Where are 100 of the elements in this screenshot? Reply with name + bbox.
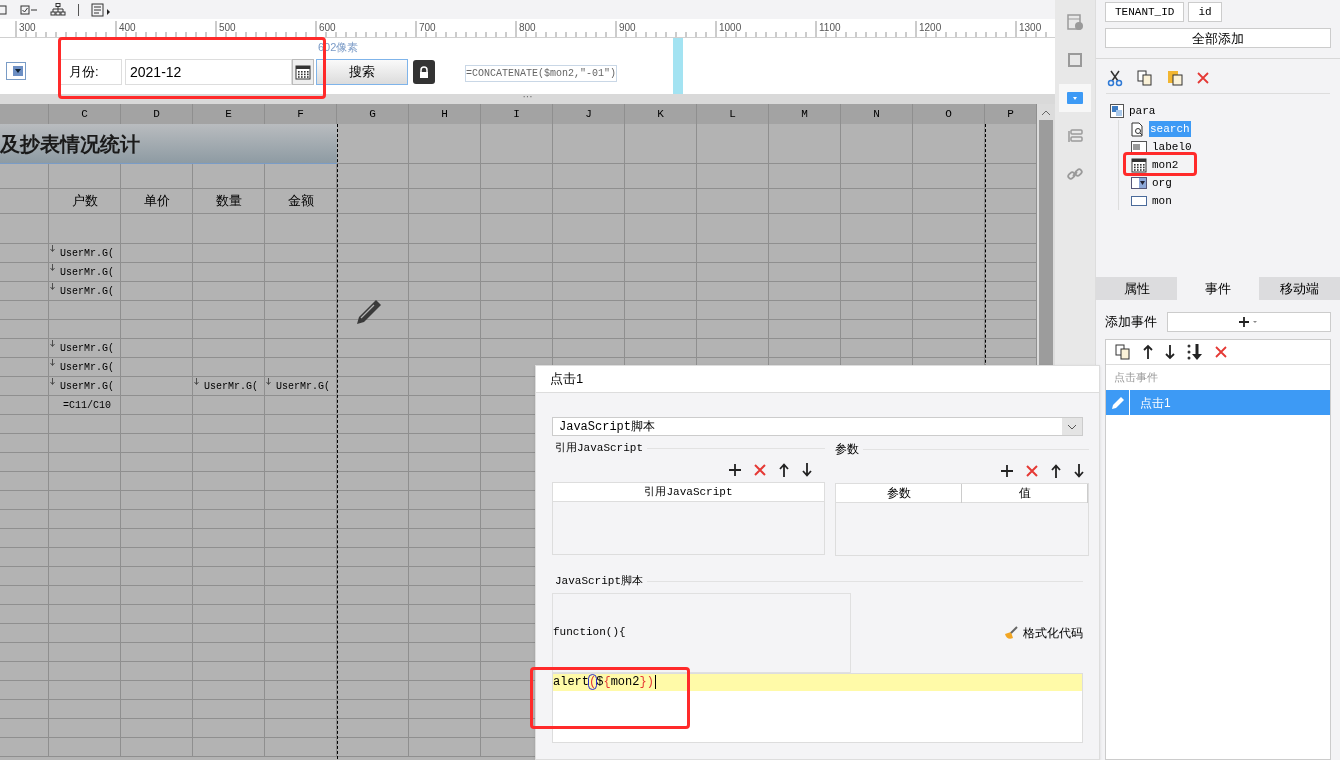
broom-icon <box>1003 625 1019 640</box>
column-header[interactable]: I <box>481 104 553 124</box>
expand-arrow-icon <box>50 378 55 385</box>
table-cell <box>121 738 193 757</box>
table-cell <box>841 263 913 282</box>
column-header[interactable]: J <box>553 104 625 124</box>
table-cell <box>49 662 121 681</box>
panel-tab[interactable]: 事件 <box>1177 277 1259 300</box>
table-header: 参数 <box>836 484 962 503</box>
column-header[interactable]: D <box>121 104 193 124</box>
expand-arrow-icon <box>50 264 55 271</box>
arrow-down-icon[interactable] <box>1164 344 1176 360</box>
table-cell <box>337 453 409 472</box>
table-cell <box>0 719 49 738</box>
type-select[interactable]: JavaScript脚本 <box>552 417 1083 436</box>
table-cell <box>841 214 913 244</box>
table-cell <box>553 164 625 189</box>
column-header[interactable]: P <box>985 104 1037 124</box>
table-cell <box>49 529 121 548</box>
table-cell <box>337 214 409 244</box>
table-cell <box>553 244 625 263</box>
scroll-up-icon[interactable] <box>1041 110 1051 116</box>
table-cell <box>121 548 193 567</box>
copy-icon[interactable] <box>1136 69 1154 87</box>
table-cell <box>121 434 193 453</box>
paste-icon[interactable] <box>1166 69 1184 87</box>
column-header[interactable]: N <box>841 104 913 124</box>
arrow-down-icon[interactable] <box>1073 464 1085 478</box>
ruler-label: 1000 <box>719 22 742 33</box>
delete-icon[interactable] <box>1214 345 1228 359</box>
formula-field[interactable]: =CONCATENATE($mon2,"-01") <box>465 65 617 82</box>
column-header[interactable]: E <box>193 104 265 124</box>
column-header[interactable]: F <box>265 104 337 124</box>
arrow-up-icon[interactable] <box>1050 464 1062 478</box>
table-cell <box>0 415 49 434</box>
tree-item[interactable]: org <box>1151 174 1173 192</box>
add-all-button[interactable]: 全部添加 <box>1105 28 1331 48</box>
table-cell <box>409 339 481 358</box>
hierarchy-icon[interactable] <box>50 2 66 17</box>
arrow-down-icon[interactable] <box>801 462 813 477</box>
checkbox-icon[interactable] <box>20 3 38 16</box>
table-cell <box>769 282 841 301</box>
plus-icon[interactable] <box>728 462 742 477</box>
table-cell <box>913 282 985 301</box>
delete-icon[interactable] <box>1025 464 1039 478</box>
column-header[interactable]: O <box>913 104 985 124</box>
table-cell <box>265 548 337 567</box>
delete-icon[interactable] <box>753 462 767 477</box>
plus-icon[interactable] <box>1000 464 1014 478</box>
expand-arrow-icon <box>266 378 271 385</box>
tree-item[interactable]: para <box>1129 102 1156 120</box>
column-header[interactable]: M <box>769 104 841 124</box>
column-header[interactable]: K <box>625 104 697 124</box>
list-edit-icon[interactable] <box>91 2 111 17</box>
delete-icon[interactable] <box>1196 71 1210 85</box>
table-cell <box>841 301 913 320</box>
table-cell <box>0 510 49 529</box>
arrow-up-icon[interactable] <box>1142 344 1154 360</box>
table-header: 值 <box>962 484 1088 503</box>
search-button[interactable]: 搜索 <box>316 59 408 85</box>
widget-icon[interactable] <box>0 3 8 16</box>
table-cell <box>49 605 121 624</box>
table-cell <box>49 567 121 586</box>
format-code-button[interactable]: 格式化代码 <box>1003 623 1083 642</box>
pencil-icon[interactable] <box>354 297 384 327</box>
move-bottom-icon[interactable] <box>1186 343 1204 361</box>
table-cell <box>193 244 265 263</box>
table-cell <box>49 510 121 529</box>
tree-item[interactable]: mon <box>1151 192 1173 210</box>
calendar-button[interactable] <box>292 59 314 85</box>
table-cell <box>193 738 265 757</box>
table-cell <box>337 681 409 700</box>
table-cell <box>121 396 193 415</box>
table-cell <box>409 244 481 263</box>
arrow-up-icon[interactable] <box>778 462 790 477</box>
field-chip[interactable]: TENANT_ID <box>1105 2 1185 22</box>
table-cell <box>769 189 841 214</box>
field-chip[interactable]: id <box>1188 2 1222 22</box>
column-header[interactable]: C <box>49 104 121 124</box>
resize-handle[interactable]: ··· <box>522 94 533 104</box>
copy-icon[interactable] <box>1114 343 1132 361</box>
lock-button[interactable] <box>413 60 435 84</box>
table-cell <box>337 434 409 453</box>
tree-item[interactable]: label0 <box>1151 138 1193 156</box>
table-cell <box>0 491 49 510</box>
column-header[interactable]: G <box>337 104 409 124</box>
table-cell <box>769 164 841 189</box>
column-header[interactable]: H <box>409 104 481 124</box>
table-cell <box>0 164 49 189</box>
dropdown-widget-icon <box>13 66 23 76</box>
expand-arrow-icon <box>50 359 55 366</box>
table-cell <box>0 214 49 244</box>
code-editor[interactable]: alert(${mon2}) <box>552 672 1083 743</box>
cut-icon[interactable] <box>1106 69 1124 87</box>
table-cell <box>121 214 193 244</box>
tree-item[interactable]: mon2 <box>1151 156 1180 174</box>
table-cell <box>769 214 841 244</box>
month-field[interactable]: 2021-12 <box>125 59 292 85</box>
side-tool-button[interactable] <box>1059 84 1091 112</box>
column-header[interactable]: L <box>697 104 769 124</box>
